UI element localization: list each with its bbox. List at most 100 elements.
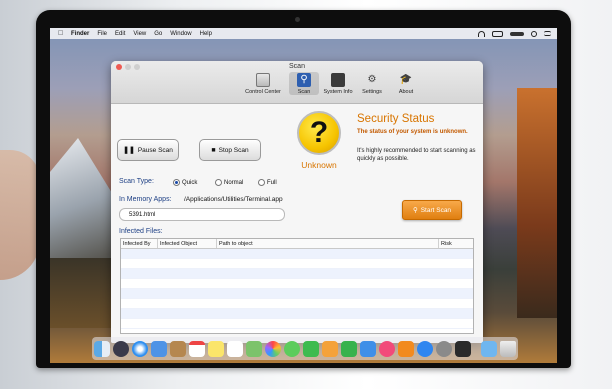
column-infected-object[interactable]: Infected Object (158, 239, 217, 248)
radio-selected-icon (173, 179, 180, 186)
tab-system-info[interactable]: System Info (323, 72, 353, 95)
notes-icon[interactable] (208, 340, 224, 357)
tab-scan[interactable]: ⚲ Scan (289, 72, 319, 95)
radio-label: Normal (224, 179, 244, 186)
tab-label: Settings (362, 89, 382, 95)
menu-edit[interactable]: Edit (115, 31, 125, 37)
laptop-frame:  Finder File Edit View Go Window Help (36, 10, 571, 368)
table-row (121, 269, 473, 279)
tab-control-center[interactable]: Control Center (241, 72, 285, 95)
photos-icon[interactable] (265, 340, 281, 357)
stop-scan-label: Stop Scan (218, 146, 249, 154)
security-app-icon[interactable] (455, 340, 471, 357)
table-row (121, 309, 473, 319)
music-icon[interactable] (379, 340, 395, 357)
scan-panel: ❚❚ Pause Scan ■ Stop Scan ? Unknown Secu… (111, 104, 483, 343)
wallpaper-cliff (517, 88, 557, 318)
table-row (121, 319, 473, 329)
scan-icon: ⚲ (297, 73, 311, 87)
pause-icon: ❚❚ (123, 147, 135, 154)
radio-unselected-icon (258, 179, 265, 186)
stop-scan-button[interactable]: ■ Stop Scan (199, 139, 261, 161)
apple-icon[interactable]:  (58, 30, 66, 38)
launchpad-icon[interactable] (113, 340, 129, 357)
radio-unselected-icon (215, 179, 222, 186)
mail-icon[interactable] (151, 340, 167, 357)
column-infected-by[interactable]: Infected By (121, 239, 158, 248)
question-mark-icon: ? (297, 111, 341, 155)
menu-view[interactable]: View (133, 31, 146, 37)
wifi-icon[interactable] (478, 30, 485, 37)
table-row (121, 289, 473, 299)
battery-icon[interactable] (492, 30, 503, 37)
control-center-icon (256, 73, 270, 87)
tab-about[interactable]: 🎓 About (391, 72, 421, 95)
trash-icon[interactable] (500, 340, 516, 357)
finder-icon[interactable] (94, 340, 110, 357)
notification-center-icon[interactable] (544, 31, 551, 36)
tab-settings[interactable]: ⚙ Settings (357, 72, 387, 95)
tab-label: Scan (297, 89, 311, 95)
dock (92, 337, 518, 360)
scan-window: Scan Control Center ⚲ Scan System Info ⚙… (111, 61, 483, 343)
menu-bar:  Finder File Edit View Go Window Help (50, 28, 557, 39)
spotlight-icon[interactable] (531, 30, 537, 37)
tab-label: System Info (323, 89, 353, 95)
contacts-icon[interactable] (170, 340, 186, 357)
menu-go[interactable]: Go (154, 31, 162, 37)
table-row (121, 259, 473, 269)
start-scan-button[interactable]: ⚲ Start Scan (402, 200, 462, 220)
messages-icon[interactable] (284, 340, 300, 357)
security-status-title: Security Status (357, 113, 435, 125)
facetime-icon[interactable] (303, 340, 319, 357)
app-store-icon[interactable] (417, 340, 433, 357)
menu-window[interactable]: Window (170, 31, 191, 37)
table-row (121, 299, 473, 309)
window-titlebar: Scan Control Center ⚲ Scan System Info ⚙… (111, 61, 483, 104)
search-icon: ⚲ (412, 207, 418, 214)
pause-scan-label: Pause Scan (137, 146, 173, 154)
infected-files-table[interactable]: Infected By Infected Object Path to obje… (120, 238, 474, 334)
table-header: Infected By Infected Object Path to obje… (121, 239, 473, 249)
start-scan-label: Start Scan (420, 206, 452, 214)
books-icon[interactable] (398, 340, 414, 357)
column-risk[interactable]: Risk (439, 239, 473, 248)
downloads-folder-icon[interactable] (481, 340, 497, 357)
calendar-icon[interactable] (189, 340, 205, 357)
safari-icon[interactable] (132, 340, 148, 357)
about-icon: 🎓 (399, 74, 413, 85)
table-row (121, 279, 473, 289)
in-memory-app-path: /Applications/Utilities/Terminal.app (184, 196, 283, 203)
scan-type-normal-radio[interactable]: Normal (215, 179, 243, 186)
settings-icon: ⚙ (367, 74, 377, 85)
camera (295, 17, 300, 22)
numbers-icon[interactable] (341, 340, 357, 357)
stop-icon: ■ (211, 146, 216, 154)
keynote-icon[interactable] (360, 340, 376, 357)
table-row (121, 249, 473, 259)
menu-app-name[interactable]: Finder (71, 31, 89, 37)
security-status-text: The status of your system is unknown. (357, 129, 468, 135)
column-path-to-object[interactable]: Path to object (217, 239, 439, 248)
scan-type-quick-radio[interactable]: Quick (173, 179, 197, 186)
menu-help[interactable]: Help (200, 31, 212, 37)
infected-files-label: Infected Files: (119, 228, 163, 235)
scan-type-full-radio[interactable]: Full (258, 179, 277, 186)
desktop-screen:  Finder File Edit View Go Window Help (50, 28, 557, 363)
tab-label: Control Center (245, 89, 281, 95)
pages-icon[interactable] (322, 340, 338, 357)
clock-icon[interactable] (510, 31, 524, 36)
status-label: Unknown (301, 160, 337, 170)
scan-type-label: Scan Type: (119, 178, 154, 185)
maps-icon[interactable] (246, 340, 262, 357)
current-file-field[interactable]: 5391.html (119, 208, 285, 221)
menu-file[interactable]: File (97, 31, 107, 37)
table-body (121, 249, 473, 329)
system-preferences-icon[interactable] (436, 340, 452, 357)
reminders-icon[interactable] (227, 340, 243, 357)
system-info-icon (331, 73, 345, 87)
security-status-description: It's highly recommended to start scannin… (357, 148, 476, 162)
hand-photo (0, 150, 40, 280)
window-title: Scan (289, 63, 305, 70)
pause-scan-button[interactable]: ❚❚ Pause Scan (117, 139, 179, 161)
